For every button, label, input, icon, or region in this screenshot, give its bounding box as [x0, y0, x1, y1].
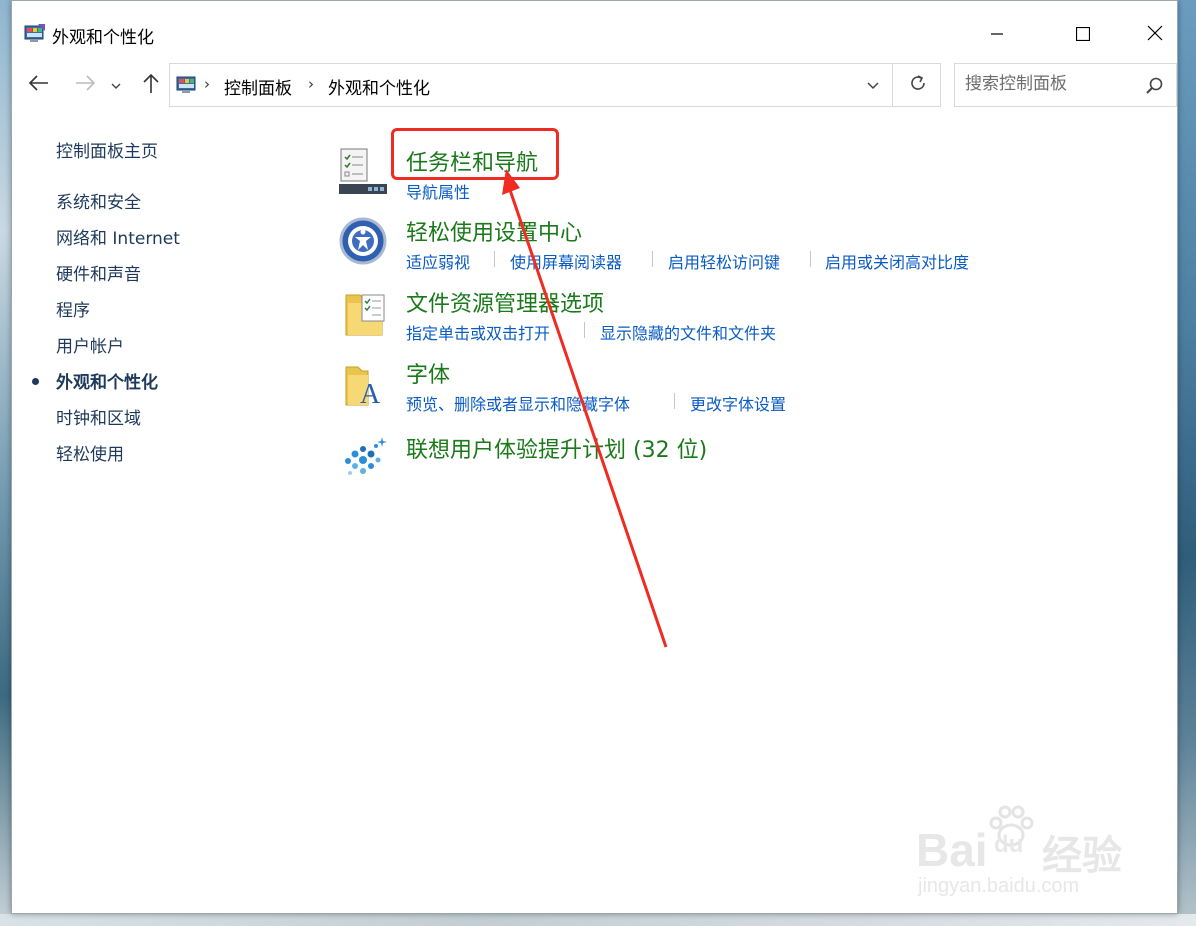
- watermark-du: du: [994, 831, 1024, 858]
- change-font-settings-link[interactable]: 更改字体设置: [690, 391, 786, 415]
- screen-reader-link[interactable]: 使用屏幕阅读器: [510, 249, 622, 273]
- chevron-down-icon: [110, 76, 122, 95]
- single-double-click-link[interactable]: 指定单击或双击打开: [406, 320, 550, 344]
- breadcrumb-separator[interactable]: ›: [204, 75, 210, 93]
- sidebar-item-hardware-sound[interactable]: 硬件和声音: [56, 260, 141, 285]
- title-bar[interactable]: 外观和个性化: [12, 1, 1177, 61]
- navigation-properties-link[interactable]: 导航属性: [406, 179, 470, 203]
- minimize-icon: [990, 26, 1004, 45]
- ease-of-access-icon[interactable]: [338, 216, 388, 266]
- show-hidden-files-link[interactable]: 显示隐藏的文件和文件夹: [600, 320, 776, 344]
- watermark-url: jingyan.baidu.com: [918, 875, 1080, 897]
- link-separator: [494, 251, 495, 267]
- breadcrumb-appearance[interactable]: 外观和个性化: [328, 74, 430, 99]
- link-separator: [652, 251, 653, 267]
- watermark-text: Bai: [916, 824, 988, 876]
- back-button[interactable]: [26, 71, 52, 99]
- sidebar-item-system-security[interactable]: 系统和安全: [56, 188, 141, 213]
- link-separator: [674, 393, 675, 409]
- minimize-button[interactable]: [974, 15, 1020, 55]
- maximize-button[interactable]: [1060, 15, 1106, 55]
- control-panel-icon: [176, 73, 198, 95]
- search-box[interactable]: [954, 63, 1177, 107]
- control-panel-icon: [24, 23, 46, 43]
- sidebar-item-home[interactable]: 控制面板主页: [56, 137, 158, 162]
- sidebar-item-network[interactable]: 网络和 Internet: [56, 224, 180, 249]
- high-contrast-link[interactable]: 启用或关闭高对比度: [825, 249, 969, 273]
- close-button[interactable]: [1132, 15, 1178, 55]
- desktop-background-right: [1178, 0, 1196, 926]
- link-separator: [584, 322, 585, 338]
- fonts-folder-icon[interactable]: A: [342, 361, 392, 411]
- watermark-brand: 经验: [1042, 834, 1122, 878]
- sidebar-item-clock-region[interactable]: 时钟和区域: [56, 404, 141, 429]
- close-icon: [1147, 25, 1163, 45]
- ease-of-access-center-title[interactable]: 轻松使用设置中心: [406, 215, 582, 247]
- svg-text:A: A: [360, 379, 381, 410]
- recent-locations-button[interactable]: [108, 71, 124, 99]
- refresh-icon: [908, 73, 928, 97]
- chevron-down-icon: [866, 76, 880, 95]
- refresh-button[interactable]: [892, 64, 943, 106]
- breadcrumb-separator[interactable]: ›: [308, 75, 314, 93]
- window-title: 外观和个性化: [52, 28, 154, 48]
- address-bar[interactable]: › 控制面板 › 外观和个性化: [169, 63, 941, 107]
- search-input[interactable]: [965, 74, 1135, 94]
- sidebar-item-ease-of-access[interactable]: 轻松使用: [56, 440, 124, 465]
- search-icon[interactable]: [1145, 76, 1165, 96]
- preview-delete-fonts-link[interactable]: 预览、删除或者显示和隐藏字体: [406, 391, 630, 415]
- sidebar-item-programs[interactable]: 程序: [56, 296, 90, 321]
- desktop-background-bottom: [0, 914, 1196, 926]
- lenovo-program-icon[interactable]: [338, 433, 388, 483]
- folder-options-icon[interactable]: [342, 289, 392, 339]
- file-explorer-options-title[interactable]: 文件资源管理器选项: [406, 286, 604, 318]
- sidebar-item-appearance[interactable]: 外观和个性化: [56, 368, 158, 393]
- sidebar-item-user-accounts[interactable]: 用户帐户: [56, 332, 124, 357]
- arrow-left-icon: [28, 74, 50, 96]
- breadcrumb-control-panel[interactable]: 控制面板: [224, 74, 292, 99]
- fonts-title[interactable]: 字体: [406, 357, 450, 389]
- baidu-watermark: Bai du 经验 jingyan.baidu.com: [916, 803, 1156, 903]
- navigation-bar: › 控制面板 › 外观和个性化: [12, 61, 1177, 111]
- sticky-keys-link[interactable]: 启用轻松访问键: [668, 249, 780, 273]
- forward-button[interactable]: [72, 71, 98, 99]
- arrow-right-icon: [74, 74, 96, 96]
- maximize-icon: [1075, 26, 1091, 45]
- address-history-dropdown[interactable]: [860, 72, 886, 98]
- up-button[interactable]: [138, 71, 164, 99]
- link-separator: [810, 251, 811, 267]
- taskbar-icon[interactable]: [338, 146, 388, 196]
- control-panel-window: 外观和个性化 › 控制面板 › 外观和个性化 搜索控制面板 控制面板主页 系统和…: [11, 0, 1178, 914]
- highlight-annotation-box: [391, 128, 559, 180]
- lenovo-ux-program-title[interactable]: 联想用户体验提升计划 (32 位): [406, 432, 707, 464]
- low-vision-link[interactable]: 适应弱视: [406, 249, 470, 273]
- active-item-bullet: [32, 378, 39, 385]
- arrow-up-icon: [142, 72, 160, 98]
